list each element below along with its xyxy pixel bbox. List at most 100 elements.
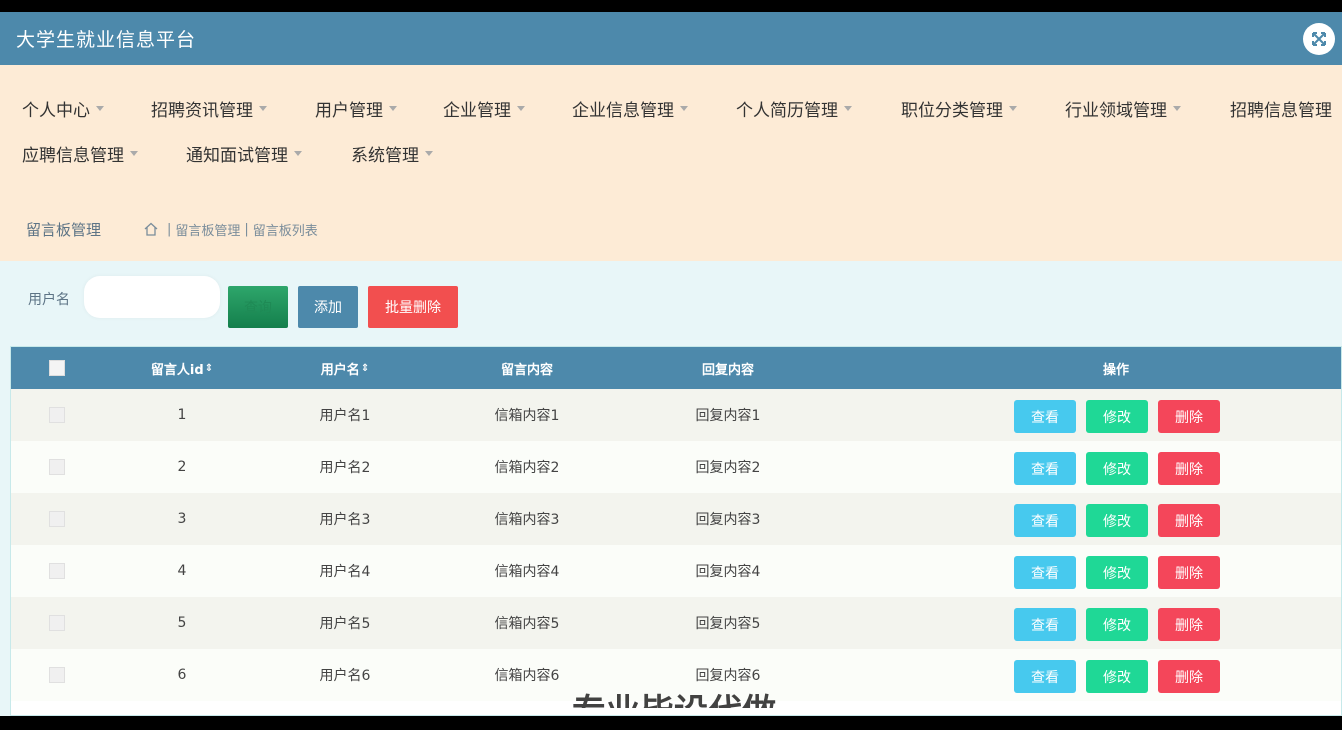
view-button[interactable]: 查看 xyxy=(1014,400,1076,433)
main-content: 用户名 查询 添加 批量删除 留言人id ⇕ 用户名 ⇕ 留言内容 回复内容 操作 … xyxy=(0,261,1342,716)
row-checkbox[interactable] xyxy=(49,459,65,475)
menu-item-company-info[interactable]: 企业信息管理 xyxy=(572,96,688,121)
cell-username: 用户名4 xyxy=(319,564,371,580)
menu-item-system[interactable]: 系统管理 xyxy=(351,141,433,166)
cell-username: 用户名3 xyxy=(319,512,371,528)
cell-username: 用户名5 xyxy=(319,616,371,632)
cell-reply: 回复内容5 xyxy=(695,616,761,632)
view-button[interactable]: 查看 xyxy=(1014,660,1076,693)
menu-item-industry-fields[interactable]: 行业领域管理 xyxy=(1065,96,1181,121)
caret-down-icon xyxy=(389,106,397,111)
cell-id: 2 xyxy=(177,459,187,475)
sort-icon: ⇕ xyxy=(360,362,370,374)
cell-content: 信箱内容5 xyxy=(494,616,560,632)
app-title: 大学生就业信息平台 xyxy=(16,29,197,51)
edit-button[interactable]: 修改 xyxy=(1086,660,1148,693)
cell-reply: 回复内容1 xyxy=(695,408,761,424)
page-title: 留言板管理 xyxy=(26,220,102,239)
row-checkbox[interactable] xyxy=(49,667,65,683)
cell-content: 信箱内容1 xyxy=(494,408,560,424)
edit-button[interactable]: 修改 xyxy=(1086,556,1148,589)
message-table: 留言人id ⇕ 用户名 ⇕ 留言内容 回复内容 操作 1 用户名1 信箱内容1 回复… xyxy=(10,346,1342,716)
delete-button[interactable]: 删除 xyxy=(1158,504,1220,537)
edit-button[interactable]: 修改 xyxy=(1086,608,1148,641)
caret-down-icon xyxy=(425,151,433,156)
table-row: 2 用户名2 信箱内容2 回复内容2 查看 修改 删除 xyxy=(11,441,1341,493)
menu-item-companies[interactable]: 企业管理 xyxy=(443,96,525,121)
menu-item-personal-center[interactable]: 个人中心 xyxy=(22,96,104,121)
edit-button[interactable]: 修改 xyxy=(1086,400,1148,433)
table-row: 1 用户名1 信箱内容1 回复内容1 查看 修改 删除 xyxy=(11,389,1341,441)
column-header-reply: 回复内容 xyxy=(701,362,754,378)
column-header-content: 留言内容 xyxy=(500,362,553,378)
edit-button[interactable]: 修改 xyxy=(1086,452,1148,485)
cell-content: 信箱内容6 xyxy=(494,668,560,684)
column-header-id[interactable]: 留言人id ⇕ xyxy=(122,347,242,389)
table-row: 3 用户名3 信箱内容3 回复内容3 查看 修改 删除 xyxy=(11,493,1341,545)
cell-id: 1 xyxy=(177,407,187,423)
view-button[interactable]: 查看 xyxy=(1014,504,1076,537)
cell-content: 信箱内容2 xyxy=(494,460,560,476)
title-bar: 大学生就业信息平台 xyxy=(0,12,1342,65)
breadcrumb-item[interactable]: 留言板管理 xyxy=(175,220,240,239)
row-checkbox[interactable] xyxy=(49,615,65,631)
cell-username: 用户名1 xyxy=(319,408,371,424)
breadcrumb: | 留言板管理 | 留言板列表 xyxy=(143,220,318,239)
main-menu: 个人中心 招聘资讯管理 用户管理 企业管理 企业信息管理 个人简历管理 职位分类… xyxy=(0,65,1342,200)
row-checkbox[interactable] xyxy=(49,563,65,579)
view-button[interactable]: 查看 xyxy=(1014,452,1076,485)
cell-reply: 回复内容4 xyxy=(695,564,761,580)
cell-reply: 回复内容3 xyxy=(695,512,761,528)
delete-button[interactable]: 删除 xyxy=(1158,452,1220,485)
menu-item-resumes[interactable]: 个人简历管理 xyxy=(736,96,852,121)
search-label: 用户名 xyxy=(28,292,70,308)
bottom-black-band xyxy=(0,716,1342,730)
breadcrumb-item-current: 留言板列表 xyxy=(252,223,318,239)
top-black-band xyxy=(0,0,1342,12)
sort-icon: ⇕ xyxy=(204,362,214,374)
table-row: 5 用户名5 信箱内容5 回复内容5 查看 修改 删除 xyxy=(11,597,1341,649)
menu-item-recruit-news[interactable]: 招聘资讯管理 xyxy=(151,96,267,121)
menu-item-applications[interactable]: 应聘信息管理 xyxy=(22,141,138,166)
column-header-username[interactable]: 用户名 ⇕ xyxy=(285,347,405,389)
menu-item-job-categories[interactable]: 职位分类管理 xyxy=(901,96,1017,121)
add-button[interactable]: 添加 xyxy=(298,286,358,328)
caret-down-icon xyxy=(517,106,525,111)
cell-content: 信箱内容4 xyxy=(494,564,560,580)
caret-down-icon xyxy=(96,106,104,111)
row-checkbox[interactable] xyxy=(49,407,65,423)
delete-button[interactable]: 删除 xyxy=(1158,660,1220,693)
view-button[interactable]: 查看 xyxy=(1014,556,1076,589)
expand-arrows-icon xyxy=(1312,32,1326,46)
menu-item-interview-notices[interactable]: 通知面试管理 xyxy=(186,141,302,166)
view-button[interactable]: 查看 xyxy=(1014,608,1076,641)
username-search-input[interactable] xyxy=(84,276,220,318)
select-all-checkbox[interactable] xyxy=(49,360,65,376)
query-button[interactable]: 查询 xyxy=(228,286,288,328)
column-header-actions: 操作 xyxy=(1102,362,1129,378)
menu-item-users[interactable]: 用户管理 xyxy=(315,96,397,121)
row-checkbox[interactable] xyxy=(49,511,65,527)
table-row: 4 用户名4 信箱内容4 回复内容4 查看 修改 删除 xyxy=(11,545,1341,597)
menu-item-job-postings[interactable]: 招聘信息管理 xyxy=(1230,96,1332,121)
delete-button[interactable]: 删除 xyxy=(1158,556,1220,589)
caret-down-icon xyxy=(1009,106,1017,111)
fullscreen-toggle-button[interactable] xyxy=(1303,23,1335,55)
caret-down-icon xyxy=(259,106,267,111)
cell-id: 5 xyxy=(177,615,187,631)
edit-button[interactable]: 修改 xyxy=(1086,504,1148,537)
cell-reply: 回复内容2 xyxy=(695,460,761,476)
home-icon[interactable] xyxy=(143,221,159,237)
cell-username: 用户名6 xyxy=(319,668,371,684)
delete-button[interactable]: 删除 xyxy=(1158,608,1220,641)
caret-down-icon xyxy=(294,151,302,156)
delete-button[interactable]: 删除 xyxy=(1158,400,1220,433)
cell-username: 用户名2 xyxy=(319,460,371,476)
table-header: 留言人id ⇕ 用户名 ⇕ 留言内容 回复内容 操作 xyxy=(11,347,1341,389)
watermark-text: 专业毕设代做 xyxy=(572,688,776,708)
cell-id: 6 xyxy=(177,667,187,683)
cell-content: 信箱内容3 xyxy=(494,512,560,528)
caret-down-icon xyxy=(680,106,688,111)
batch-delete-button[interactable]: 批量删除 xyxy=(368,286,458,328)
breadcrumb-bar: 留言板管理 | 留言板管理 | 留言板列表 xyxy=(0,205,1342,253)
